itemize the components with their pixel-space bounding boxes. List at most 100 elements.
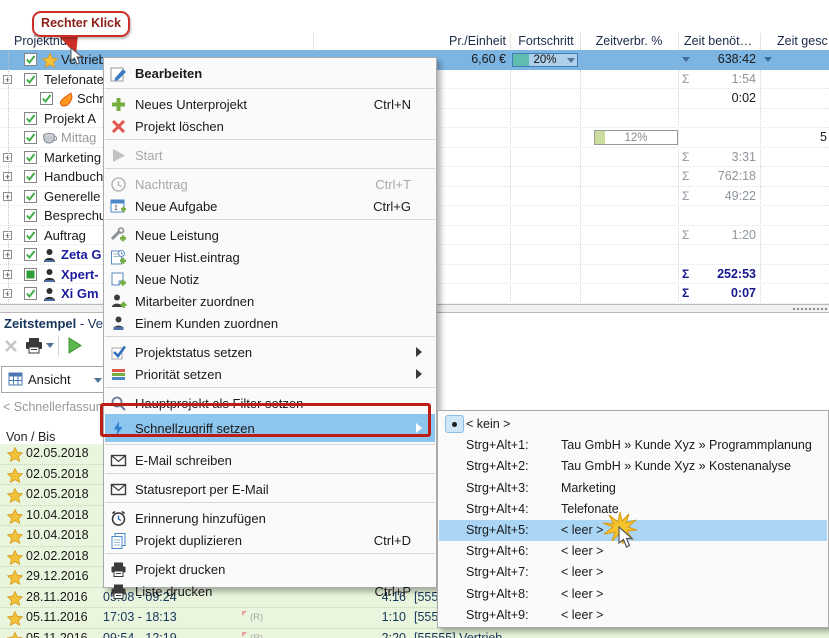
menu-item-neue-leistung[interactable]: Neue Leistung bbox=[105, 224, 435, 246]
checkbox-icon[interactable] bbox=[24, 170, 37, 186]
view-dropdown-button[interactable]: Ansicht bbox=[1, 366, 113, 393]
menu-separator bbox=[105, 336, 435, 337]
menu-item-nachtrag[interactable]: NachtragCtrl+T bbox=[105, 173, 435, 195]
submenu-item-label: Tau GmbH » Kunde Xyz » Programmplanung bbox=[561, 438, 812, 452]
edit-icon bbox=[110, 65, 127, 82]
checkbox-icon[interactable] bbox=[24, 190, 37, 206]
cell-dropdown-caret[interactable] bbox=[764, 57, 772, 66]
checkbox-icon[interactable] bbox=[24, 131, 37, 147]
alarm-icon bbox=[110, 510, 127, 527]
project-name: Besprechu bbox=[44, 208, 106, 223]
menu-item-label: Statusreport per E-Mail bbox=[135, 482, 269, 497]
timestamp-date: 02.02.2018 bbox=[26, 549, 89, 563]
menu-item-mitarbeiter-zuordnen[interactable]: Mitarbeiter zuordnen bbox=[105, 290, 435, 312]
submenu-item-label: Marketing bbox=[561, 481, 616, 495]
timestamp-duration: 2:20 bbox=[340, 631, 406, 638]
time-needed-value: 252:53 bbox=[690, 267, 756, 281]
menu-item-neues-unterprojekt[interactable]: Neues UnterprojektCtrl+N bbox=[105, 93, 435, 115]
menu-item-bearbeiten[interactable]: Bearbeiten bbox=[105, 60, 435, 86]
start-timer-icon[interactable] bbox=[66, 336, 84, 355]
submenu-item-strg-alt-8-[interactable]: Strg+Alt+8:< leer > bbox=[439, 584, 827, 605]
quick-entry-input[interactable]: < Schnellerfassung bbox=[3, 400, 110, 414]
submenu-item-kein[interactable]: < kein > bbox=[439, 414, 827, 435]
checkbox-icon[interactable] bbox=[24, 73, 37, 89]
menu-item-hauptprojekt-als-filter-setzen[interactable]: Hauptprojekt als Filter setzen bbox=[105, 392, 435, 414]
submenu-item-strg-alt-9-[interactable]: Strg+Alt+9:< leer > bbox=[439, 605, 827, 626]
menu-item-priorität-setzen[interactable]: Priorität setzen bbox=[105, 363, 435, 385]
menu-item-statusreport-per-e-mail[interactable]: Statusreport per E-Mail bbox=[105, 478, 435, 500]
timestamp-date: 02.05.2018 bbox=[26, 446, 89, 460]
menu-item-projekt-drucken[interactable]: Projekt drucken bbox=[105, 558, 435, 580]
menu-item-e-mail-schreiben[interactable]: E-Mail schreiben bbox=[105, 449, 435, 471]
submenu-item-label: Tau GmbH » Kunde Xyz » Kostenanalyse bbox=[561, 459, 791, 473]
checkbox-icon[interactable] bbox=[24, 112, 37, 128]
checkbox-icon[interactable] bbox=[24, 229, 37, 245]
checkbox-icon[interactable] bbox=[24, 209, 37, 225]
timestamp-row[interactable]: 05.11.201609:54 - 12:19(R)2:20[55555] Ve… bbox=[0, 629, 829, 638]
star-icon bbox=[7, 591, 23, 609]
menu-item-label: Nachtrag bbox=[135, 177, 188, 192]
menu-item-liste-drucken[interactable]: Liste druckenCtrl+P bbox=[105, 580, 435, 602]
print-icon[interactable] bbox=[25, 337, 43, 354]
menu-item-schnellzugriff-setzen[interactable]: Schnellzugriff setzen bbox=[105, 414, 435, 442]
column-separator bbox=[760, 33, 761, 50]
submenu-item-strg-alt-1-[interactable]: Strg+Alt+1: Tau GmbH » Kunde Xyz » Progra… bbox=[439, 435, 827, 456]
person-plus-icon bbox=[110, 293, 127, 310]
progress-dropdown-caret[interactable] bbox=[567, 58, 575, 67]
checkbox-icon[interactable] bbox=[40, 92, 53, 108]
menu-item-projektstatus-setzen[interactable]: Projektstatus setzen bbox=[105, 341, 435, 363]
column-header-pr-einheit[interactable]: Pr./Einheit bbox=[420, 34, 506, 48]
column-header-zeit-benoetigt[interactable]: Zeit benöt… bbox=[684, 34, 758, 48]
menu-item-label: Hauptprojekt als Filter setzen bbox=[135, 396, 303, 411]
menu-item-neuer-hist-eintrag[interactable]: Neuer Hist.eintrag bbox=[105, 246, 435, 268]
time-needed-value: 0:02 bbox=[690, 91, 756, 105]
search-icon bbox=[110, 395, 127, 412]
submenu-item-shortcut: Strg+Alt+6: bbox=[466, 544, 529, 558]
star-icon bbox=[7, 468, 23, 486]
checkbox-icon[interactable] bbox=[24, 53, 37, 69]
column-header-fortschritt[interactable]: Fortschritt bbox=[512, 34, 580, 48]
person-icon bbox=[42, 248, 57, 266]
menu-item-projekt-löschen[interactable]: Projekt löschen bbox=[105, 115, 435, 137]
menu-item-neue-aufgabe[interactable]: 1Neue AufgabeCtrl+G bbox=[105, 195, 435, 217]
menu-item-start[interactable]: Start bbox=[105, 144, 435, 166]
menu-separator bbox=[105, 88, 435, 89]
menu-item-shortcut: Ctrl+N bbox=[374, 97, 411, 112]
project-name: Projekt A bbox=[44, 111, 96, 126]
submenu-item-shortcut: Strg+Alt+4: bbox=[466, 502, 529, 516]
star-icon bbox=[7, 550, 23, 568]
progress-bar[interactable]: 20% bbox=[512, 53, 578, 67]
star-icon bbox=[7, 611, 23, 629]
menu-item-einem-kunden-zuordnen[interactable]: Einem Kunden zuordnen bbox=[105, 312, 435, 334]
submenu-item-shortcut: Strg+Alt+9: bbox=[466, 608, 529, 622]
checkbox-icon[interactable] bbox=[24, 151, 37, 167]
submenu-item-strg-alt-2-[interactable]: Strg+Alt+2:Tau GmbH » Kunde Xyz » Kosten… bbox=[439, 456, 827, 477]
menu-item-neue-notiz[interactable]: Neue Notiz bbox=[105, 268, 435, 290]
checkbox-icon[interactable] bbox=[24, 248, 37, 264]
checkbox-icon[interactable] bbox=[24, 268, 37, 284]
submenu-item-strg-alt-3-[interactable]: Strg+Alt+3:Marketing bbox=[439, 478, 827, 499]
menu-item-erinnerung-hinzufügen[interactable]: Erinnerung hinzufügen bbox=[105, 507, 435, 529]
submenu-item-shortcut: Strg+Alt+1: bbox=[466, 438, 529, 452]
column-header-von-bis[interactable]: Von / Bis bbox=[6, 430, 55, 444]
timestamp-date: 05.11.2016 bbox=[26, 631, 88, 638]
checkbox-icon[interactable] bbox=[24, 287, 37, 303]
sigma-symbol: Σ bbox=[682, 286, 689, 300]
submenu-item-strg-alt-7-[interactable]: Strg+Alt+7:< leer > bbox=[439, 562, 827, 583]
customer-icon bbox=[110, 315, 127, 332]
sigma-symbol: Σ bbox=[682, 189, 689, 203]
recurrence-marker-icon bbox=[242, 632, 247, 637]
print-dropdown-caret[interactable] bbox=[46, 343, 54, 352]
menu-item-projekt-duplizieren[interactable]: Projekt duplizierenCtrl+D bbox=[105, 529, 435, 551]
time-estimated-value: 5 bbox=[820, 130, 827, 144]
timestamp-date: 05.11.2016 bbox=[26, 610, 88, 624]
time-needed-value: 0:07 bbox=[690, 286, 756, 300]
column-header-zeitverbr[interactable]: Zeitverbr. % bbox=[582, 34, 676, 48]
column-header-zeit-geschaetzt[interactable]: Zeit gesc… bbox=[777, 34, 829, 48]
cell-dropdown-caret[interactable] bbox=[682, 57, 690, 66]
view-button-label: Ansicht bbox=[28, 372, 71, 387]
submenu-item-label: < leer > bbox=[561, 565, 603, 579]
delete-timestamp-icon[interactable] bbox=[3, 338, 19, 354]
time-used-bar: 12% bbox=[594, 130, 678, 145]
menu-item-label: Neuer Hist.eintrag bbox=[135, 250, 240, 265]
